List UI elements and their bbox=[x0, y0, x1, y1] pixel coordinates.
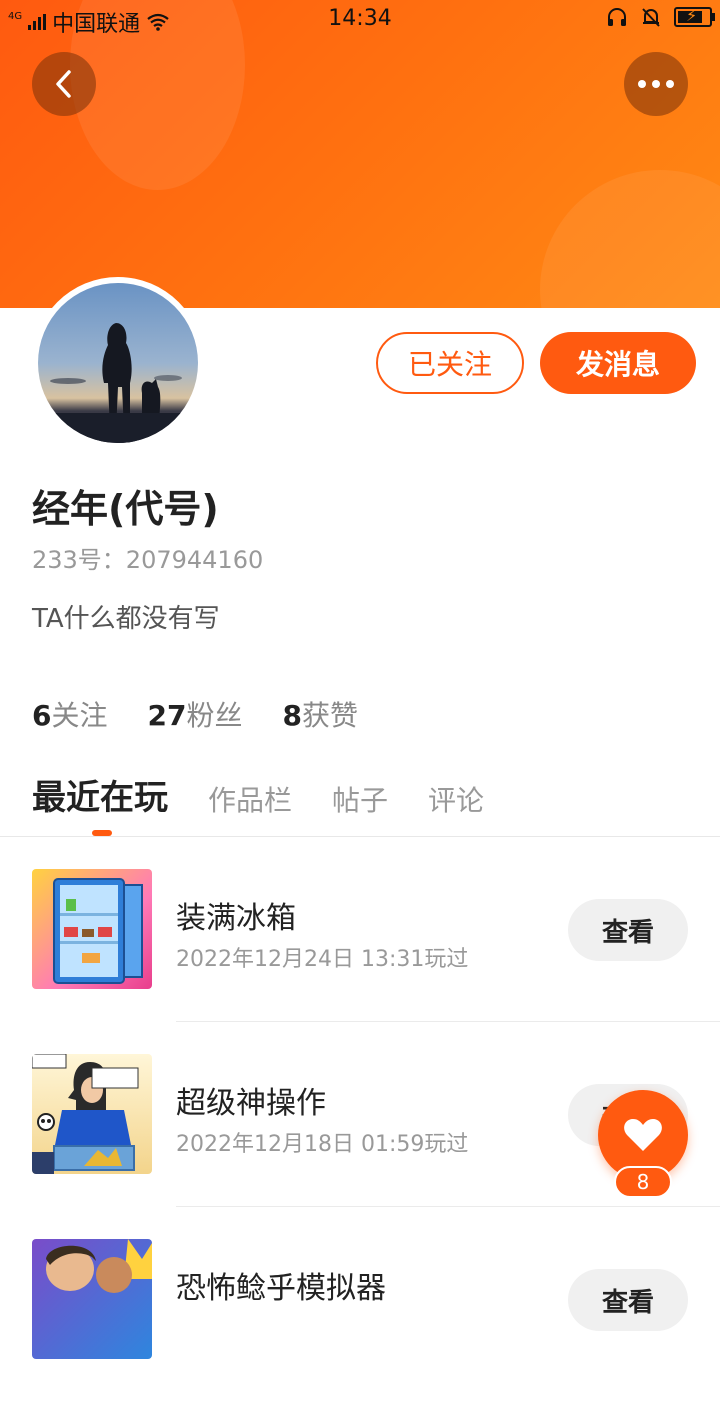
profile-header-banner bbox=[0, 0, 720, 308]
profile-tabs: 最近在玩 作品栏 帖子 评论 bbox=[32, 770, 484, 819]
stat-label: 关注 bbox=[51, 699, 108, 732]
list-item[interactable]: 恐怖鲶乎模拟器 查看 bbox=[0, 1239, 720, 1423]
stat-label: 获赞 bbox=[301, 699, 358, 732]
stat-value: 8 bbox=[282, 699, 302, 732]
game-thumbnail bbox=[32, 1239, 152, 1359]
divider bbox=[176, 1021, 720, 1022]
heart-icon bbox=[624, 1119, 662, 1151]
more-options-button[interactable] bbox=[624, 52, 688, 116]
view-button[interactable]: 查看 bbox=[568, 899, 688, 961]
game-title: 超级神操作 bbox=[176, 1086, 326, 1121]
more-dots-icon bbox=[638, 80, 674, 88]
chevron-left-icon bbox=[56, 70, 71, 98]
profile-stats: 6关注 27粉丝 8获赞 bbox=[32, 694, 358, 734]
stat-likes[interactable]: 8获赞 bbox=[282, 694, 358, 734]
stat-value: 6 bbox=[32, 699, 52, 732]
like-count-badge: 8 bbox=[614, 1166, 672, 1198]
list-item[interactable]: 装满冰箱 2022年12月24日 13:31玩过 查看 bbox=[0, 869, 720, 1053]
profile-id: 233号：207944160 bbox=[32, 546, 264, 574]
avatar[interactable] bbox=[32, 277, 204, 449]
stat-fans[interactable]: 27粉丝 bbox=[148, 694, 243, 734]
stat-label: 粉丝 bbox=[186, 699, 243, 732]
stat-following[interactable]: 6关注 bbox=[32, 694, 108, 734]
divider bbox=[0, 836, 720, 837]
headphone-icon bbox=[608, 8, 626, 26]
tab-posts[interactable]: 帖子 bbox=[332, 779, 388, 819]
game-thumbnail bbox=[32, 869, 152, 989]
game-thumbnail bbox=[32, 1054, 152, 1174]
game-title: 装满冰箱 bbox=[176, 901, 296, 936]
status-bar: 4G 中国联通 14:34 ⚡ bbox=[0, 0, 720, 40]
mute-bell-icon bbox=[642, 8, 660, 27]
battery-icon: ⚡ bbox=[674, 6, 715, 27]
game-played-time: 2022年12月18日 01:59玩过 bbox=[176, 1132, 469, 1157]
tab-works[interactable]: 作品栏 bbox=[208, 779, 292, 819]
banner-decoration bbox=[540, 170, 720, 308]
back-button[interactable] bbox=[32, 52, 96, 116]
game-title: 恐怖鲶乎模拟器 bbox=[176, 1271, 386, 1306]
divider bbox=[176, 1206, 720, 1207]
followed-button[interactable]: 已关注 bbox=[376, 332, 524, 394]
profile-name: 经年(代号) bbox=[32, 487, 219, 531]
stat-value: 27 bbox=[147, 699, 187, 732]
tab-comments[interactable]: 评论 bbox=[428, 779, 484, 819]
game-played-time: 2022年12月24日 13:31玩过 bbox=[176, 947, 469, 972]
view-button[interactable]: 查看 bbox=[568, 1269, 688, 1331]
tab-recently-played[interactable]: 最近在玩 bbox=[32, 770, 168, 819]
profile-bio: TA什么都没有写 bbox=[32, 604, 220, 634]
avatar-image bbox=[38, 283, 198, 443]
send-message-button[interactable]: 发消息 bbox=[540, 332, 696, 394]
